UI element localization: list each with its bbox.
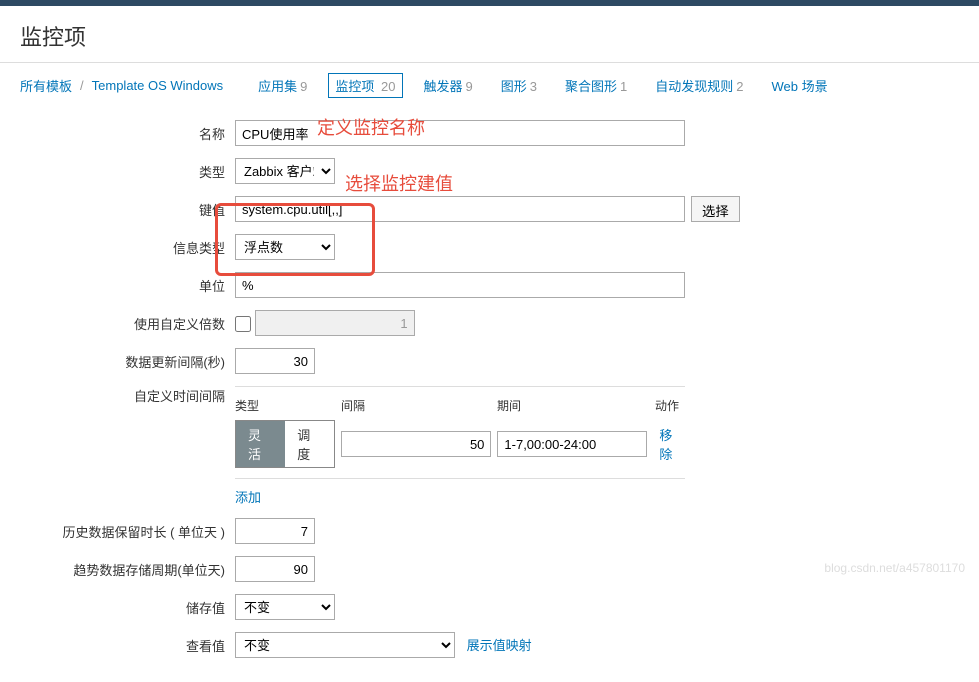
interval-value-input[interactable]: [341, 431, 491, 457]
add-interval-link[interactable]: 添加: [235, 487, 261, 506]
label-store-value: 储存值: [20, 598, 235, 617]
tab-web-scenarios[interactable]: Web 场景: [765, 73, 835, 98]
interval-header-period: 期间: [497, 397, 655, 414]
tab-screens[interactable]: 聚合图形1: [558, 73, 634, 98]
watermark: blog.csdn.net/a457801170: [824, 561, 965, 575]
name-input[interactable]: [235, 120, 685, 146]
breadcrumb-template[interactable]: Template OS Windows: [92, 78, 224, 93]
show-value-mapping-link[interactable]: 展示值映射: [467, 638, 532, 653]
unit-input[interactable]: [235, 272, 685, 298]
label-key: 键值: [20, 200, 235, 219]
toggle-flex-button[interactable]: 灵活: [236, 421, 285, 467]
show-value-select[interactable]: 不变: [235, 632, 455, 658]
label-show-value: 查看值: [20, 636, 235, 655]
tab-triggers[interactable]: 触发器9: [417, 73, 480, 98]
interval-header-interval: 间隔: [341, 397, 497, 414]
key-input[interactable]: [235, 196, 685, 222]
breadcrumb-separator: /: [80, 78, 84, 93]
update-interval-input[interactable]: [235, 348, 315, 374]
label-custom-multiplier: 使用自定义倍数: [20, 314, 235, 333]
label-custom-intervals: 自定义时间间隔: [20, 386, 235, 405]
tab-discovery[interactable]: 自动发现规则2: [648, 73, 750, 98]
interval-header-type: 类型: [235, 397, 341, 414]
label-info-type: 信息类型: [20, 238, 235, 257]
remove-interval-link[interactable]: 移除: [659, 425, 685, 463]
label-unit: 单位: [20, 276, 235, 295]
label-type: 类型: [20, 162, 235, 181]
page-title: 监控项: [20, 20, 959, 52]
label-update-interval: 数据更新间隔(秒): [20, 352, 235, 371]
tab-items[interactable]: 监控项 20: [328, 73, 402, 98]
toggle-schedule-button[interactable]: 调度: [285, 421, 334, 467]
period-value-input[interactable]: [497, 431, 647, 457]
label-trend-days: 趋势数据存储周期(单位天): [20, 560, 235, 579]
tab-application-set[interactable]: 应用集9: [251, 73, 314, 98]
info-type-select[interactable]: 浮点数: [235, 234, 335, 260]
multiplier-value-input: [255, 310, 415, 336]
type-select[interactable]: Zabbix 客户端: [235, 158, 335, 184]
select-key-button[interactable]: 选择: [691, 196, 740, 222]
history-days-input[interactable]: [235, 518, 315, 544]
custom-multiplier-checkbox[interactable]: [235, 316, 251, 332]
trend-days-input[interactable]: [235, 556, 315, 582]
breadcrumb-all-templates[interactable]: 所有模板: [20, 76, 72, 95]
label-history-days: 历史数据保留时长 ( 单位天 ): [20, 522, 235, 541]
tab-graphs[interactable]: 图形3: [494, 73, 544, 98]
store-value-select[interactable]: 不变: [235, 594, 335, 620]
label-name: 名称: [20, 124, 235, 143]
interval-header-action: 动作: [655, 397, 679, 414]
